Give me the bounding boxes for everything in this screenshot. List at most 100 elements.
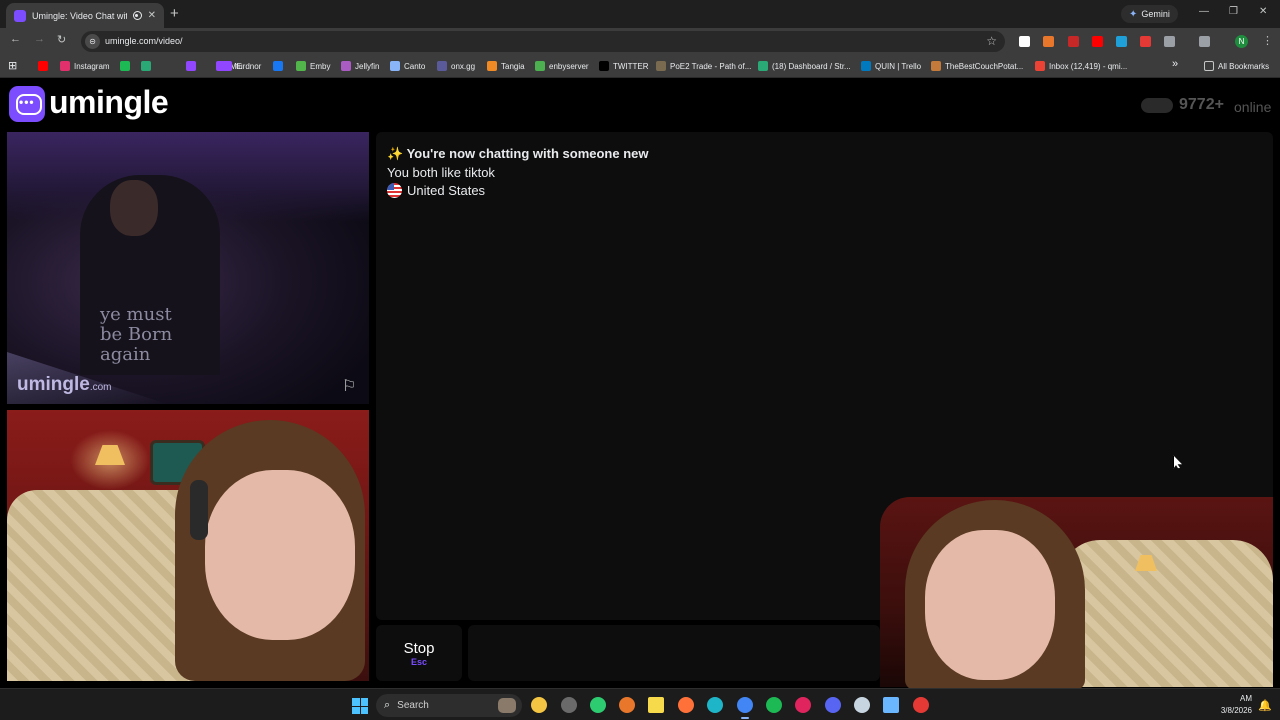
bookmark-favicon-icon: [487, 61, 497, 71]
stop-button[interactable]: Stop Esc: [376, 625, 462, 681]
gemini-button[interactable]: ✦ Gemini: [1121, 5, 1178, 23]
bookmark-label: Instagram: [74, 61, 110, 71]
extension-red-icon[interactable]: [1068, 36, 1079, 47]
notification-icon[interactable]: 🔔: [1258, 699, 1272, 712]
bookmark-item[interactable]: turdnor: [222, 61, 261, 71]
taskbar-clock[interactable]: AM 3/8/2026: [1214, 693, 1252, 717]
bookmark-item[interactable]: Instagram: [60, 61, 110, 71]
bookmark-label: TheBestCouchPotat...: [945, 61, 1024, 71]
extension-pink-icon[interactable]: [1140, 36, 1151, 47]
extension-k-icon[interactable]: [1019, 36, 1030, 47]
new-tab-button[interactable]: +: [170, 5, 179, 22]
bookmark-item[interactable]: Inbox (12,419) - qmi...: [1035, 61, 1127, 71]
maximize-button[interactable]: ❐: [1229, 6, 1238, 17]
forward-button[interactable]: →: [34, 33, 45, 45]
bookmark-label: Canto: [404, 61, 426, 71]
sticky-notes-icon[interactable]: [648, 697, 664, 713]
apps-grid-icon[interactable]: ⊞: [8, 59, 17, 72]
bookmark-item[interactable]: [38, 61, 48, 71]
headphone: [190, 480, 208, 540]
gemini-label: Gemini: [1141, 9, 1170, 19]
url-text[interactable]: umingle.com/video/: [105, 36, 183, 46]
start-button-icon[interactable]: [352, 698, 368, 714]
bookmark-label: Tangia: [501, 61, 525, 71]
bookmark-item[interactable]: Canto: [390, 61, 425, 71]
bookmark-item[interactable]: onx.gg: [437, 61, 475, 71]
close-window-button[interactable]: ✕: [1259, 6, 1267, 17]
bookmark-favicon-icon: [222, 61, 232, 71]
back-button[interactable]: ←: [10, 33, 21, 45]
extension-blue-icon[interactable]: [1116, 36, 1127, 47]
browser-tab-strip: Umingle: Video Chat with S ✕ + ✦ Gemini …: [0, 0, 1280, 28]
browser-menu-icon[interactable]: ⋮: [1262, 34, 1273, 47]
site-info-icon[interactable]: ⊝: [85, 34, 100, 49]
bookmark-label: PoE2 Trade - Path of...: [670, 61, 752, 71]
notepad-icon[interactable]: [883, 697, 899, 713]
extension-youtube-icon[interactable]: [1092, 36, 1103, 47]
orange-app-icon[interactable]: [619, 697, 635, 713]
bookmark-item[interactable]: TWITTER: [599, 61, 649, 71]
umingle-logo-icon[interactable]: [9, 86, 45, 122]
file-explorer-icon[interactable]: [531, 697, 547, 713]
bookmark-item[interactable]: enbyserver: [535, 61, 589, 71]
bookmarks-bar: ⊞ Instagram ME turdnor Emby Jellyfin Canto onx…: [0, 55, 1280, 78]
address-bar[interactable]: ⊝ umingle.com/video/ ☆: [81, 31, 1005, 52]
bookmarks-overflow-icon[interactable]: »: [1172, 58, 1178, 70]
firefox-icon[interactable]: [678, 697, 694, 713]
search-icon: ⌕: [384, 699, 391, 711]
bookmark-star-icon[interactable]: ☆: [986, 34, 997, 48]
chrome-icon[interactable]: [737, 697, 753, 713]
bookmark-favicon-icon: [186, 61, 196, 71]
bookmark-item[interactable]: [120, 61, 130, 71]
bookmark-item[interactable]: PoE2 Trade - Path of...: [656, 61, 751, 71]
spotify-icon[interactable]: [766, 697, 782, 713]
bookmark-label: Inbox (12,419) - qmi...: [1049, 61, 1128, 71]
play-icon[interactable]: [590, 697, 606, 713]
shirt-print-text: ye must be Born again: [100, 304, 173, 365]
profile-avatar[interactable]: N: [1235, 35, 1248, 48]
bookmark-item[interactable]: [186, 61, 196, 71]
bookmark-item[interactable]: Tangia: [487, 61, 525, 71]
bookmark-favicon-icon: [656, 61, 666, 71]
minimize-button[interactable]: —: [1199, 6, 1209, 17]
bookmark-favicon-icon: [758, 61, 768, 71]
clock-time: AM: [1240, 694, 1252, 703]
bookmark-item[interactable]: TheBestCouchPotat...: [931, 61, 1023, 71]
bookmark-item[interactable]: [141, 61, 151, 71]
reload-button[interactable]: ↻: [57, 33, 66, 46]
bookmark-item[interactable]: (18) Dashboard / Str...: [758, 61, 851, 71]
bookmark-favicon-icon: [437, 61, 447, 71]
red-app-icon[interactable]: [795, 697, 811, 713]
discord-icon[interactable]: [825, 697, 841, 713]
report-flag-icon[interactable]: ⚐: [342, 376, 356, 396]
app-circle-icon[interactable]: [561, 697, 577, 713]
browser-tab[interactable]: Umingle: Video Chat with S ✕: [6, 3, 164, 28]
bookmark-label: Jellyfin: [355, 61, 380, 71]
steam-icon[interactable]: [854, 697, 870, 713]
bookmark-item[interactable]: [273, 61, 283, 71]
bookmark-item[interactable]: Jellyfin: [341, 61, 379, 71]
taskbar-search[interactable]: ⌕ Search: [376, 694, 522, 717]
bookmark-item[interactable]: Emby: [296, 61, 330, 71]
bookmark-favicon-icon: [141, 61, 151, 71]
umingle-favicon-icon: [14, 9, 26, 22]
umingle-logo-text[interactable]: umingle: [49, 84, 169, 121]
bookmark-favicon-icon: [273, 61, 283, 71]
edge-icon[interactable]: [707, 697, 723, 713]
online-label: online: [1234, 99, 1272, 115]
pip-face: [925, 530, 1055, 680]
red-circle-app-icon[interactable]: [913, 697, 929, 713]
side-panel-icon[interactable]: [1199, 36, 1210, 47]
chat-connected-message: ✨ You're now chatting with someone new: [387, 146, 649, 161]
all-bookmarks-button[interactable]: All Bookmarks: [1204, 61, 1269, 71]
bookmark-label: onx.gg: [451, 61, 476, 71]
bookmark-favicon-icon: [1035, 61, 1045, 71]
bookmark-favicon-icon: [341, 61, 351, 71]
bookmark-favicon-icon: [599, 61, 609, 71]
bookmark-favicon-icon: [120, 61, 130, 71]
extensions-puzzle-icon[interactable]: [1164, 36, 1175, 47]
extension-orange-icon[interactable]: [1043, 36, 1054, 47]
tab-close-icon[interactable]: ✕: [148, 10, 156, 21]
message-input[interactable]: [468, 625, 880, 681]
bookmark-item[interactable]: QUIN | Trello: [861, 61, 921, 71]
